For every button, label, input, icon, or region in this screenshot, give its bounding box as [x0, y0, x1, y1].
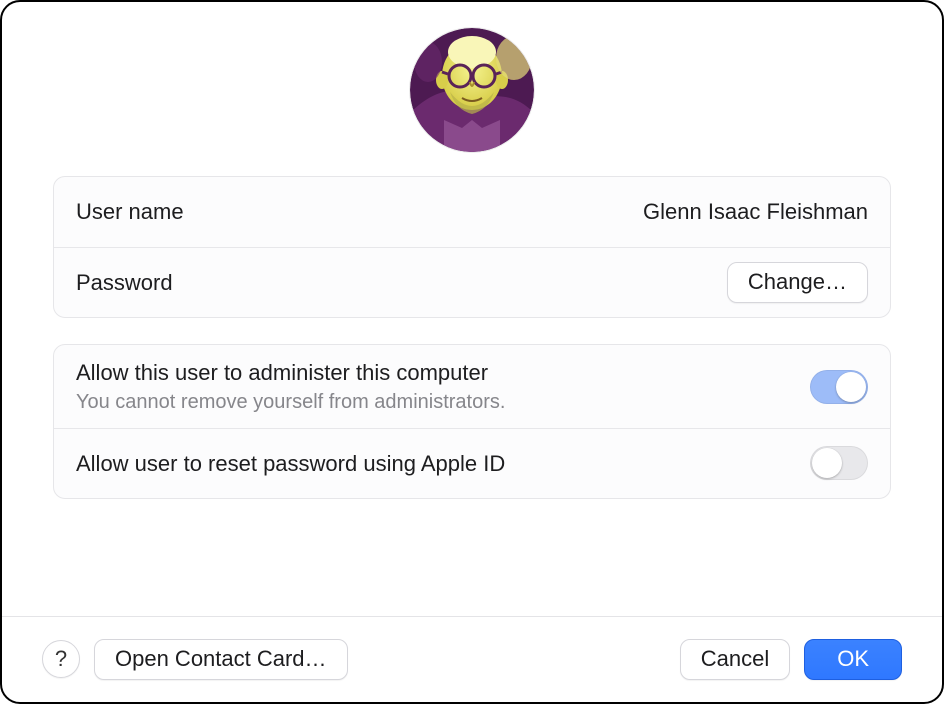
- admin-permission-label: Allow this user to administer this compu…: [76, 359, 505, 387]
- admin-permission-row: Allow this user to administer this compu…: [54, 345, 890, 428]
- help-icon: ?: [55, 646, 67, 672]
- reset-password-row: Allow user to reset password using Apple…: [54, 428, 890, 498]
- admin-permission-toggle[interactable]: [810, 370, 868, 404]
- dialog-footer: ? Open Contact Card… Cancel OK: [2, 616, 942, 702]
- toggle-knob: [836, 372, 866, 402]
- user-name-label: User name: [76, 198, 184, 226]
- reset-password-label: Allow user to reset password using Apple…: [76, 450, 505, 478]
- reset-password-toggle[interactable]: [810, 446, 868, 480]
- change-password-button[interactable]: Change…: [727, 262, 868, 303]
- cancel-button[interactable]: Cancel: [680, 639, 790, 680]
- ok-button[interactable]: OK: [804, 639, 902, 680]
- user-name-row: User name Glenn Isaac Fleishman: [54, 177, 890, 247]
- permissions-group: Allow this user to administer this compu…: [53, 344, 891, 499]
- user-name-value: Glenn Isaac Fleishman: [643, 199, 868, 225]
- user-avatar[interactable]: [410, 28, 534, 152]
- help-button[interactable]: ?: [42, 640, 80, 678]
- toggle-knob: [812, 448, 842, 478]
- user-info-group: User name Glenn Isaac Fleishman Password…: [53, 176, 891, 318]
- admin-permission-subtext: You cannot remove yourself from administ…: [76, 391, 505, 414]
- admin-permission-labels: Allow this user to administer this compu…: [76, 359, 505, 414]
- dialog-content: User name Glenn Isaac Fleishman Password…: [2, 2, 942, 616]
- password-row: Password Change…: [54, 247, 890, 317]
- user-settings-dialog: User name Glenn Isaac Fleishman Password…: [0, 0, 944, 704]
- open-contact-card-button[interactable]: Open Contact Card…: [94, 639, 348, 680]
- password-label: Password: [76, 269, 173, 297]
